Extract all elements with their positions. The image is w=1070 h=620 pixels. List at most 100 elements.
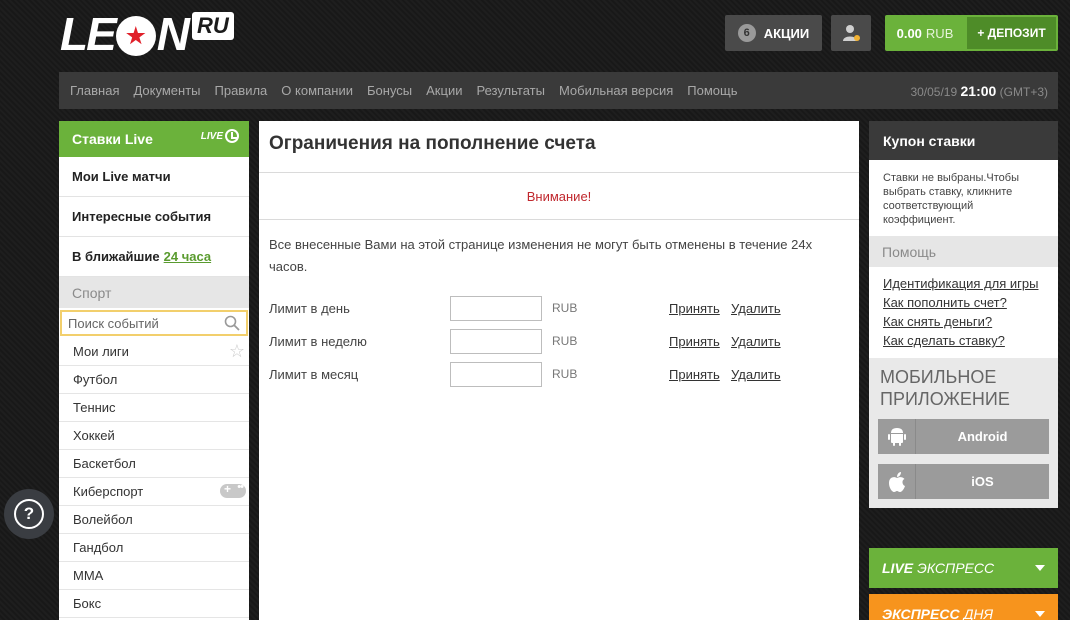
live-express-text: ЭКСПРЕСС — [917, 560, 995, 576]
sport-item-handball[interactable]: Гандбол — [59, 534, 249, 562]
sport-item-tennis[interactable]: Теннис — [59, 394, 249, 422]
help-links: Идентификация для игры Как пополнить сче… — [869, 267, 1058, 358]
sidebar-item-interesting[interactable]: Интересные события — [59, 197, 249, 237]
ios-app-button[interactable]: iOS — [878, 464, 1049, 499]
gamepad-icon — [220, 481, 246, 498]
limit-label: Лимит в неделю — [269, 334, 367, 349]
main-content: Ограничения на пополнение счета Внимание… — [259, 121, 859, 620]
android-icon — [878, 419, 916, 454]
server-datetime: 30/05/19 21:00 (GMT+3) — [910, 83, 1048, 99]
daily-limit-input[interactable] — [450, 296, 542, 321]
deposit-button[interactable]: + ДЕПОЗИТ — [967, 17, 1056, 49]
limit-currency: RUB — [552, 301, 578, 315]
android-app-button[interactable]: Android — [878, 419, 1049, 454]
monthly-limit-input[interactable] — [450, 362, 542, 387]
sport-item-basketball[interactable]: Баскетбол — [59, 450, 249, 478]
mobile-app-title-line2: ПРИЛОЖЕНИЕ — [880, 389, 1010, 409]
user-icon — [843, 25, 860, 41]
help-link-withdraw[interactable]: Как снять деньги? — [883, 312, 1044, 331]
question-icon: ? — [14, 499, 44, 529]
sport-item-hockey[interactable]: Хоккей — [59, 422, 249, 450]
express-day-em: ЭКСПРЕСС — [882, 606, 960, 620]
sport-item-volleyball[interactable]: Волейбол — [59, 506, 249, 534]
sport-item-esports[interactable]: Киберспорт — [59, 478, 249, 506]
logo-text-left: LE — [60, 8, 117, 60]
star-icon: ☆ — [228, 341, 245, 361]
accept-weekly-limit-link[interactable]: Принять — [669, 334, 720, 349]
accept-daily-limit-link[interactable]: Принять — [669, 301, 720, 316]
limit-label: Лимит в день — [269, 301, 350, 316]
sport-item-label: Волейбол — [73, 512, 133, 527]
balance-currency: RUB — [925, 25, 954, 41]
sport-item-label: Хоккей — [73, 428, 115, 443]
sport-item-label: Киберспорт — [73, 484, 144, 499]
live-express-em: LIVE — [882, 560, 914, 576]
right-sidebar: Купон ставки Ставки не выбраны.Чтобы выб… — [869, 121, 1058, 508]
page-title: Ограничения на пополнение счета — [259, 121, 859, 173]
sport-item-mma[interactable]: MMA — [59, 562, 249, 590]
nav-documents[interactable]: Документы — [133, 83, 200, 98]
support-chat-button[interactable]: ? — [4, 489, 54, 539]
sport-section-title: Спорт — [59, 277, 249, 308]
sport-item-label: Бокс — [73, 596, 102, 611]
sport-item-football[interactable]: Футбол — [59, 366, 249, 394]
remove-monthly-limit-link[interactable]: Удалить — [731, 367, 781, 382]
help-link-place-bet[interactable]: Как сделать ставку? — [883, 331, 1044, 350]
limit-row-month: Лимит в месяц RUB Принять Удалить — [269, 362, 849, 388]
balance-widget: 0.00 RUB + ДЕПОЗИТ — [885, 15, 1058, 51]
mobile-app-title: МОБИЛЬНОЕ ПРИЛОЖЕНИЕ — [878, 366, 1049, 410]
current-time: 21:00 — [960, 83, 997, 99]
limit-currency: RUB — [552, 334, 578, 348]
nav-promotions[interactable]: Акции — [426, 83, 462, 98]
limit-row-day: Лимит в день RUB Принять Удалить — [269, 296, 849, 322]
upcoming-24h-link[interactable]: 24 часа — [164, 249, 211, 264]
apple-icon — [878, 464, 916, 499]
help-link-identification[interactable]: Идентификация для игры — [883, 274, 1044, 293]
express-of-day-panel[interactable]: ЭКСПРЕСС ДНЯ — [869, 594, 1058, 620]
nav-bonuses[interactable]: Бонусы — [367, 83, 412, 98]
live-badge-text: LIVE — [200, 130, 223, 142]
sport-item-label: Баскетбол — [73, 456, 136, 471]
express-day-text: ДНЯ — [963, 606, 994, 620]
attention-banner: Внимание! — [259, 173, 859, 220]
sport-item-boxing[interactable]: Бокс — [59, 590, 249, 618]
logo-text-right: N — [156, 8, 190, 60]
sport-item-label: Гандбол — [73, 540, 124, 555]
sport-item-label: Теннис — [73, 400, 116, 415]
nav-home[interactable]: Главная — [70, 83, 119, 98]
sidebar-item-my-live[interactable]: Мои Live матчи — [59, 157, 249, 197]
nav-rules[interactable]: Правила — [215, 83, 268, 98]
nav-mobile-version[interactable]: Мобильная версия — [559, 83, 673, 98]
accept-monthly-limit-link[interactable]: Принять — [669, 367, 720, 382]
nav-results[interactable]: Результаты — [476, 83, 544, 98]
remove-weekly-limit-link[interactable]: Удалить — [731, 334, 781, 349]
balance-amount: 0.00 RUB — [885, 15, 965, 51]
remove-daily-limit-link[interactable]: Удалить — [731, 301, 781, 316]
sport-item-label: Мои лиги — [73, 344, 129, 359]
event-search-input[interactable] — [68, 315, 218, 331]
promotions-label: АКЦИИ — [763, 25, 810, 41]
promotions-button[interactable]: 6 АКЦИИ — [725, 15, 822, 51]
notice-text: Все внесенные Вами на этой странице изме… — [269, 237, 813, 274]
header: LE N RU 6 АКЦИИ 0.00 RUB + ДЕПОЗИТ — [0, 0, 1070, 72]
balance-value: 0.00 — [896, 25, 922, 41]
limit-row-week: Лимит в неделю RUB Принять Удалить — [269, 329, 849, 355]
top-navigation: Главная Документы Правила О компании Бон… — [59, 72, 1058, 109]
nav-help[interactable]: Помощь — [687, 83, 737, 98]
upcoming-prefix: В ближайшие — [72, 249, 160, 264]
event-search — [60, 310, 248, 336]
user-account-button[interactable] — [831, 15, 871, 51]
weekly-limit-input[interactable] — [450, 329, 542, 354]
live-bets-header[interactable]: Ставки Live LIVE — [59, 121, 249, 157]
alarm-clock-icon — [225, 129, 239, 143]
nav-about[interactable]: О компании — [281, 83, 353, 98]
help-link-deposit[interactable]: Как пополнить счет? — [883, 293, 1044, 312]
promotions-count-badge: 6 — [737, 24, 756, 42]
live-express-panel[interactable]: LIVE ЭКСПРЕСС — [869, 548, 1058, 588]
sidebar-item-upcoming[interactable]: В ближайшие 24 часа — [59, 237, 249, 277]
chevron-down-icon — [1035, 611, 1045, 617]
search-icon[interactable] — [224, 315, 240, 331]
live-badge: LIVE — [201, 129, 239, 143]
sport-item-my-leagues[interactable]: Мои лиги ☆ — [59, 338, 249, 366]
site-logo[interactable]: LE N RU — [60, 8, 234, 60]
